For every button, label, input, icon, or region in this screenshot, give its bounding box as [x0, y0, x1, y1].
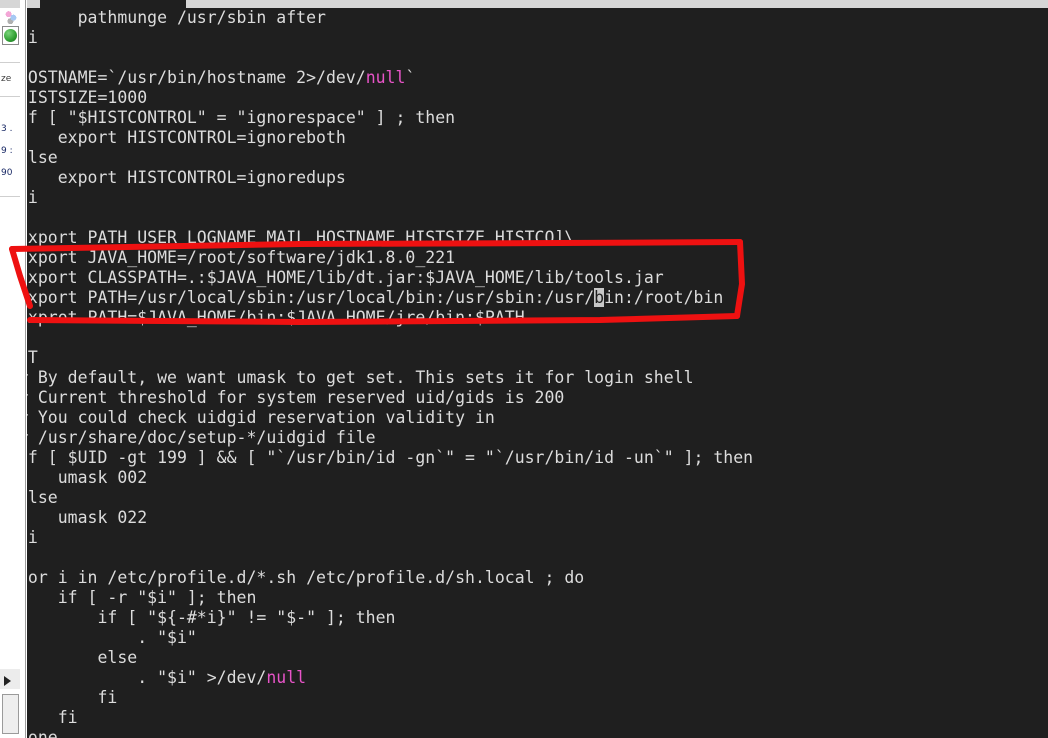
code-line: HOSTNAME=`/usr/bin/hostname 2>/dev/null` — [27, 68, 416, 87]
code-line: # By default, we want umask to get set. … — [27, 368, 694, 387]
background-fragment-2: 9 : — [1, 146, 13, 156]
code-line: else — [27, 148, 58, 167]
code-line: export PATH USER LOGNAME MAIL HOSTNAME H… — [27, 228, 575, 247]
screen: ze 3 . 9 : 90 pathmunge /usr/sbin afterf… — [0, 0, 1048, 738]
code-line: if [ $UID -gt 199 ] && [ "`/usr/bin/id -… — [27, 448, 754, 467]
code-line: umask 022 — [27, 508, 148, 527]
code-line: NT — [27, 348, 38, 367]
text-cursor: b — [594, 288, 605, 307]
background-divider — [0, 96, 20, 97]
code-line: export CLASSPATH=.:$JAVA_HOME/lib/dt.jar… — [27, 268, 664, 287]
code-line: HISTSIZE=1000 — [27, 88, 148, 107]
code-line: fi — [27, 528, 38, 547]
background-window-titlebar — [0, 0, 20, 8]
code-line: umask 002 — [27, 468, 148, 487]
code-line: fi — [57, 708, 78, 727]
code-line: export HISTCONTROL=ignoredups — [27, 168, 346, 187]
code-line: else — [27, 648, 138, 667]
colorful-swatch-icon[interactable] — [5, 10, 17, 24]
editor-code-area[interactable]: pathmunge /usr/sbin afterfi HOSTNAME=`/u… — [27, 8, 1048, 738]
code-line: pathmunge /usr/sbin after — [27, 8, 326, 27]
code-line: . "$i" — [27, 628, 197, 647]
code-line: fi — [27, 188, 38, 207]
code-line: # /usr/share/doc/setup-*/uidgid file — [27, 428, 376, 447]
green-circle-icon[interactable] — [4, 29, 17, 42]
code-line: export HISTCONTROL=ignoreboth — [27, 128, 346, 147]
background-divider — [0, 196, 20, 197]
code-line: exprot PATH=$JAVA_HOME/bin:$JAVA HOME/jr… — [27, 308, 525, 327]
syntax-token: null — [365, 68, 406, 87]
code-line: # Current threshold for system reserved … — [27, 388, 565, 407]
background-bottom-box[interactable] — [2, 694, 19, 734]
right-arrow-icon[interactable] — [4, 676, 11, 686]
terminal-window[interactable]: pathmunge /usr/sbin afterfi HOSTNAME=`/u… — [27, 0, 1048, 738]
background-fragment-1: 3 . — [1, 124, 13, 134]
code-line: export PATH=/usr/local/sbin:/usr/local/b… — [27, 288, 724, 307]
code-line: if [ -r "$i" ]; then — [27, 588, 257, 607]
code-line: for i in /etc/profile.d/*.sh /etc/profil… — [27, 568, 585, 587]
code-line: fi — [27, 28, 38, 47]
code-line: fi — [27, 688, 118, 707]
syntax-token: null — [266, 668, 307, 687]
background-window-strip[interactable]: ze 3 . 9 : 90 — [0, 0, 21, 738]
code-line: # You could check uidgid reservation val… — [27, 408, 495, 427]
background-divider — [0, 62, 20, 63]
code-line: if [ "${-#*i}" != "$-" ]; then — [27, 608, 396, 627]
terminal-titlebar-gap — [40, 0, 186, 8]
code-line: if [ "$HISTCONTROL" = "ignorespace" ] ; … — [27, 108, 456, 127]
window-gutter — [20, 0, 26, 738]
background-fragment-0: ze — [1, 74, 12, 84]
code-line: . "$i" >/dev/null — [27, 668, 307, 687]
background-fragment-3: 90 — [1, 168, 13, 178]
code-line: else — [27, 488, 58, 507]
code-line: done — [27, 728, 58, 738]
code-line: export JAVA_HOME=/root/software/jdk1.8.0… — [27, 248, 456, 267]
